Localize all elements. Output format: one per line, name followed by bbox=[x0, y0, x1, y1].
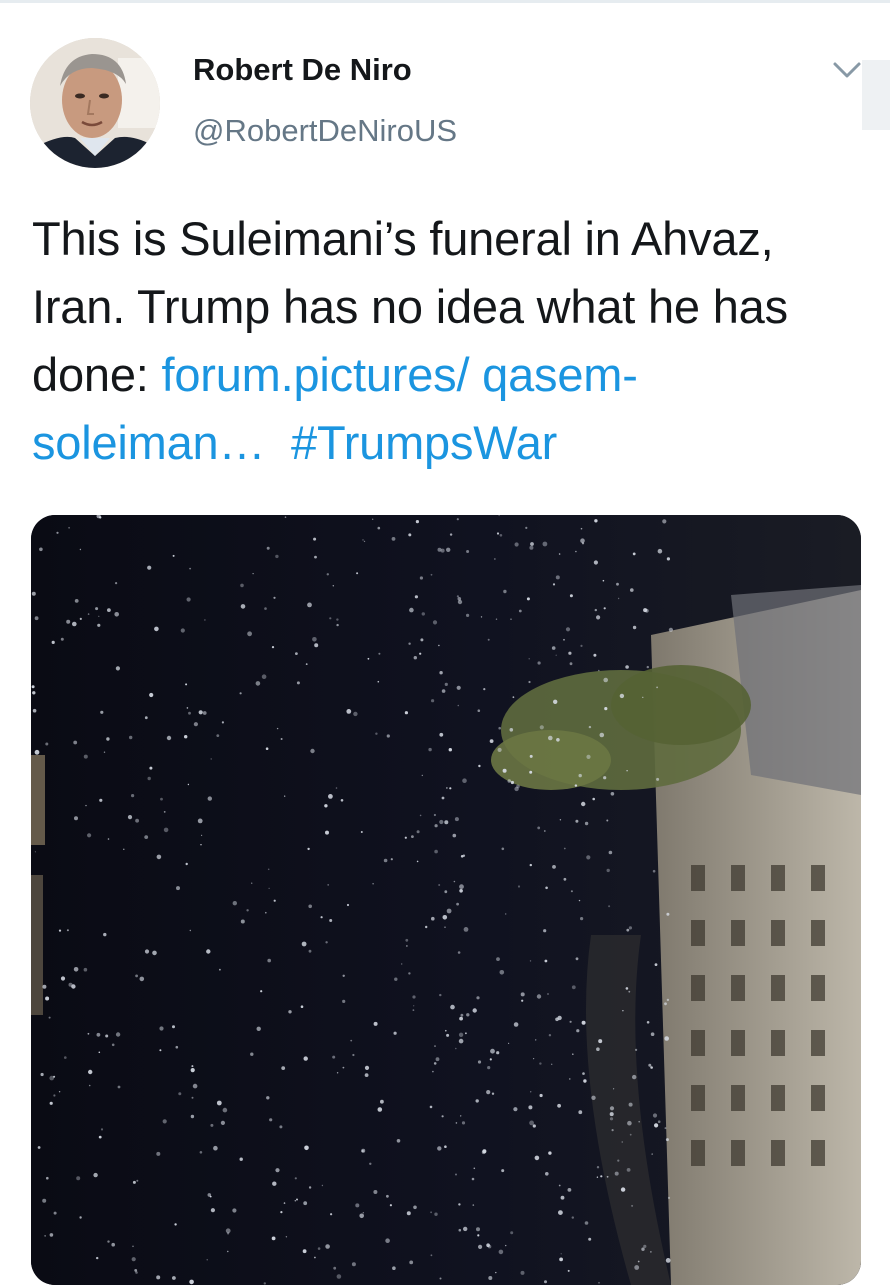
chevron-down-icon[interactable] bbox=[832, 58, 862, 82]
avatar[interactable] bbox=[30, 38, 160, 168]
crowd-scene-image bbox=[31, 515, 861, 1285]
top-divider bbox=[0, 0, 890, 3]
avatar-photo bbox=[30, 38, 160, 168]
tweet-text: This is Suleimani’s funeral in Ahvaz, Ir… bbox=[32, 205, 872, 477]
scroll-edge bbox=[862, 60, 890, 130]
user-handle[interactable]: @RobertDeNiroUS bbox=[193, 113, 457, 149]
tweet-media-video[interactable] bbox=[31, 515, 861, 1285]
display-name[interactable]: Robert De Niro bbox=[193, 52, 412, 88]
hashtag-link[interactable]: #TrumpsWar bbox=[291, 416, 557, 469]
